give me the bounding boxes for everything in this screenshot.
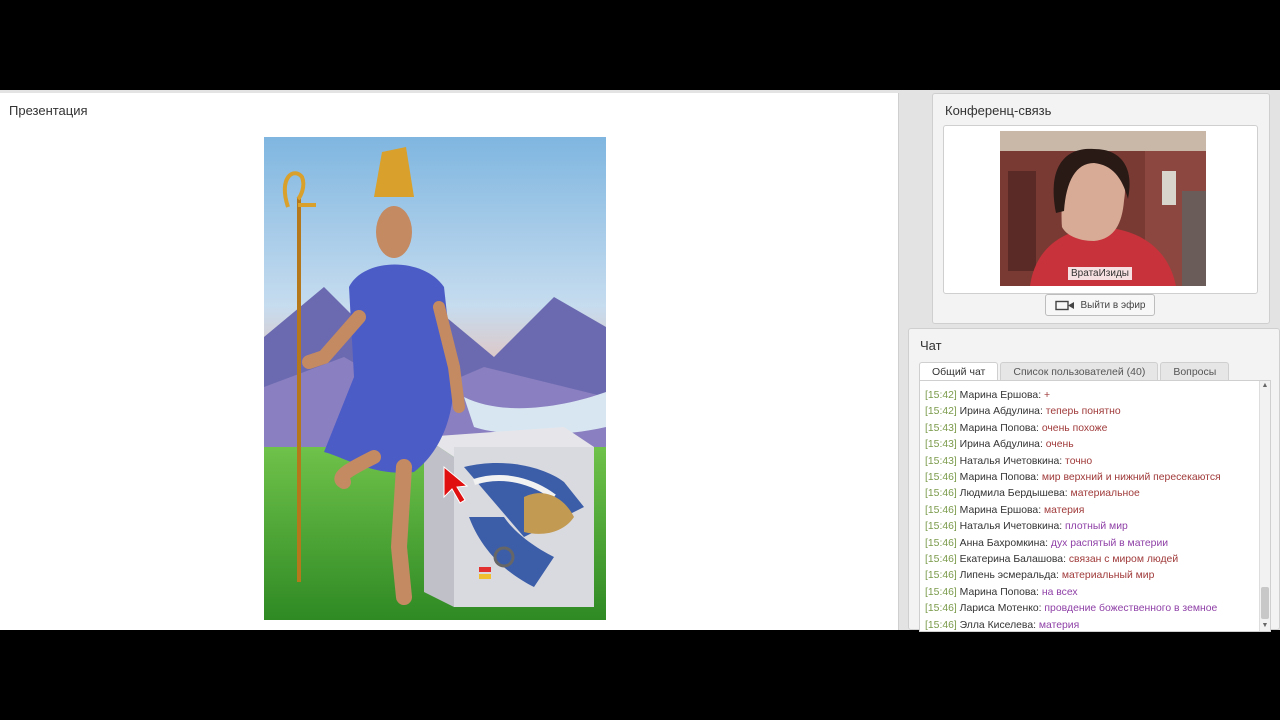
presentation-slide: [264, 137, 606, 620]
chat-message: [15:43] Ирина Абдулина: очень: [920, 437, 1260, 453]
chat-message: [15:42] Марина Ершова: +: [920, 388, 1260, 404]
message-text: очень похоже: [1041, 422, 1108, 434]
chat-message: [15:46] Людмила Бердышева: материальное: [920, 486, 1260, 502]
message-time: [15:46]: [925, 521, 957, 533]
chat-message: [15:46] Марина Попова: на всех: [920, 585, 1260, 601]
message-time: [15:46]: [925, 586, 957, 598]
video-container: ВратаИзиды: [943, 125, 1258, 294]
tab-questions[interactable]: Вопросы: [1160, 362, 1230, 380]
presenter-video: ВратаИзиды: [1000, 131, 1206, 286]
chat-message: [15:46] Анна Бахромкина: дух распятый в …: [920, 536, 1260, 552]
presenter-name-label: ВратаИзиды: [1068, 267, 1132, 280]
webcam-frame: [1000, 131, 1206, 286]
presentation-panel: Презентация: [0, 93, 899, 630]
scroll-down-icon[interactable]: ▼: [1260, 621, 1270, 631]
message-text: материя: [1044, 504, 1085, 516]
chat-title: Чат: [920, 338, 942, 353]
go-live-button[interactable]: Выйти в эфир: [1045, 294, 1155, 316]
conference-title: Конференц-связь: [945, 103, 1052, 118]
chat-message: [15:42] Ирина Абдулина: теперь понятно: [920, 404, 1260, 420]
message-time: [15:42]: [925, 389, 957, 401]
chat-tabs: Общий чат Список пользователей (40) Вопр…: [919, 362, 1230, 380]
message-author: Марина Ершова:: [959, 389, 1042, 401]
message-list: [15:42] Марина Ершова: + [15:42] Ирина Аб…: [920, 388, 1260, 631]
message-author: Марина Попова:: [959, 471, 1039, 483]
message-time: [15:46]: [925, 471, 957, 483]
message-time: [15:46]: [925, 553, 957, 565]
message-time: [15:42]: [925, 406, 957, 418]
message-author: Наталья Ичетовкина:: [959, 521, 1063, 533]
message-time: [15:46]: [925, 504, 957, 516]
chat-message: [15:46] Липень эсмеральда: материальный …: [920, 568, 1260, 584]
chat-messages[interactable]: [15:42] Марина Ершова: + [15:42] Ирина Аб…: [919, 380, 1271, 632]
message-text: провдение божественного в земное: [1044, 603, 1218, 615]
presentation-title: Презентация: [9, 103, 88, 118]
chat-message: [15:46] Екатерина Балашова: связан с мир…: [920, 552, 1260, 568]
message-text: дух распятый в материи: [1050, 537, 1169, 549]
chat-message: [15:46] Лариса Мотенко: провдение божест…: [920, 601, 1260, 617]
message-author: Марина Попова:: [959, 586, 1039, 598]
chat-message: [15:43] Марина Попова: очень похоже: [920, 421, 1260, 437]
message-text: связан с миром людей: [1068, 553, 1179, 565]
tab-user-list[interactable]: Список пользователей (40): [1000, 362, 1159, 380]
message-author: Элла Киселева:: [959, 619, 1036, 631]
slide-illustration: [264, 137, 606, 620]
message-time: [15:46]: [925, 570, 957, 582]
message-author: Лариса Мотенко:: [959, 603, 1042, 615]
message-text: +: [1044, 389, 1051, 401]
message-text: на всех: [1041, 586, 1078, 598]
message-text: материя: [1038, 619, 1080, 631]
message-author: Наталья Ичетовкина:: [959, 455, 1063, 467]
message-time: [15:46]: [925, 603, 957, 615]
message-text: плотный мир: [1065, 521, 1128, 533]
chat-message: [15:46] Марина Ершова: материя: [920, 503, 1260, 519]
message-author: Людмила Бердышева:: [959, 488, 1068, 500]
message-text: точно: [1065, 455, 1093, 467]
chat-scrollbar[interactable]: ▲ ▼: [1259, 381, 1270, 631]
message-author: Марина Ершова:: [959, 504, 1042, 516]
tab-general-chat[interactable]: Общий чат: [919, 362, 999, 380]
message-author: Марина Попова:: [959, 422, 1039, 434]
message-author: Анна Бахромкина:: [959, 537, 1048, 549]
chat-message: [15:43] Наталья Ичетовкина: точно: [920, 454, 1260, 470]
message-time: [15:46]: [925, 537, 957, 549]
scroll-thumb[interactable]: [1261, 587, 1269, 619]
message-text: материальный мир: [1061, 570, 1155, 582]
message-time: [15:43]: [925, 439, 957, 451]
message-time: [15:46]: [925, 619, 957, 631]
go-live-label: Выйти в эфир: [1080, 299, 1146, 311]
message-author: Ирина Абдулина:: [959, 406, 1043, 418]
message-text: мир верхний и нижний пересекаются: [1041, 471, 1221, 483]
chat-message: [15:46] Марина Попова: мир верхний и ниж…: [920, 470, 1260, 486]
chat-message: [15:46] Элла Киселева: материя: [920, 618, 1260, 631]
scroll-up-icon[interactable]: ▲: [1260, 381, 1270, 391]
conference-panel: Конференц-связь ВратаИзиды Выйти в эфир: [932, 93, 1270, 324]
message-text: материальное: [1070, 488, 1140, 500]
message-time: [15:43]: [925, 422, 957, 434]
chat-message: [15:46] Наталья Ичетовкина: плотный мир: [920, 519, 1260, 535]
message-text: очень: [1045, 439, 1074, 451]
message-time: [15:46]: [925, 488, 957, 500]
message-author: Ирина Абдулина:: [959, 439, 1043, 451]
chat-panel: Чат Общий чат Список пользователей (40) …: [908, 328, 1280, 632]
message-time: [15:43]: [925, 455, 957, 467]
message-author: Липень эсмеральда:: [959, 570, 1059, 582]
camera-icon: [1054, 300, 1074, 310]
message-text: теперь понятно: [1045, 406, 1121, 418]
message-author: Екатерина Балашова:: [959, 553, 1066, 565]
webinar-app: Презентация Конференц-связь ВратаИзиды В…: [0, 90, 1280, 632]
